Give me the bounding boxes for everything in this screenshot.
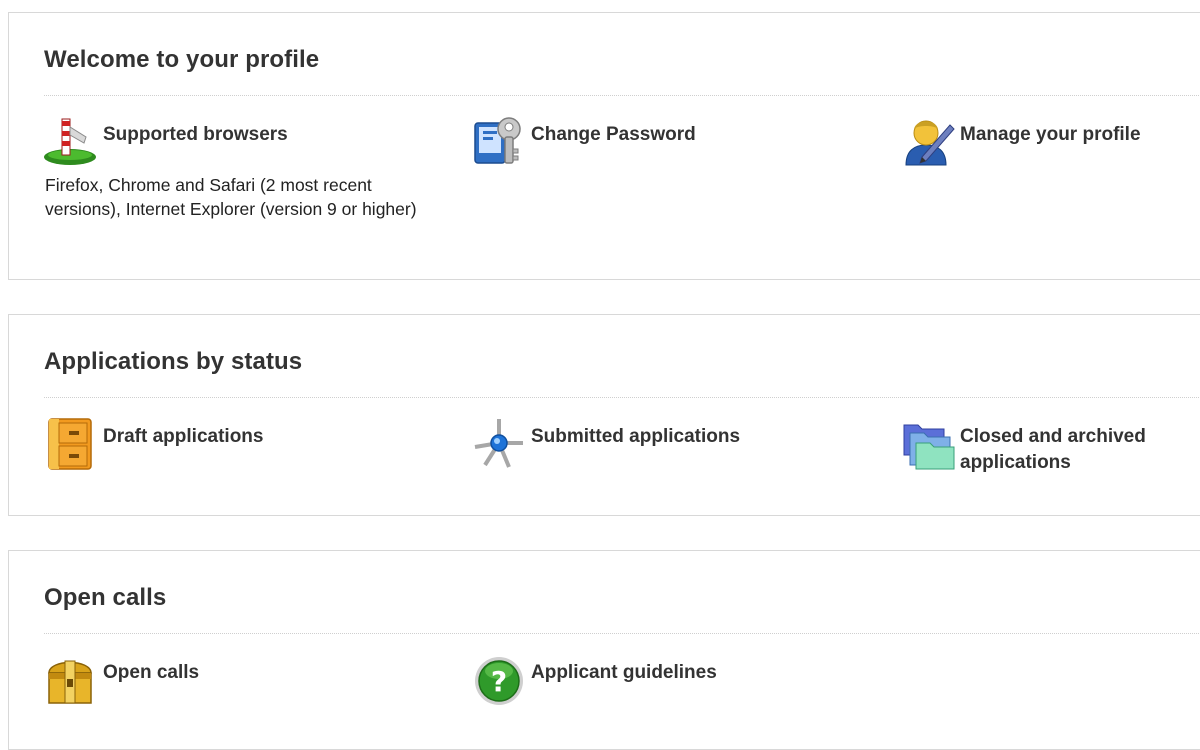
status-panel: Applications by status Draft application… bbox=[8, 314, 1200, 516]
draft-applications-label: Draft applications bbox=[103, 426, 264, 447]
calls-panel: Open calls Open calls ? Applicant guidel… bbox=[8, 550, 1200, 750]
profile-panel: Welcome to your profile Supported browse… bbox=[8, 12, 1200, 280]
help-icon: ? bbox=[471, 651, 527, 707]
closed-archived-applications-label: Closed and archived applications bbox=[960, 426, 1146, 473]
manage-profile-link[interactable]: Manage your profile bbox=[902, 113, 1200, 169]
user-edit-icon bbox=[900, 113, 956, 169]
profile-panel-title: Welcome to your profile bbox=[44, 46, 320, 73]
supported-browsers-description: Firefox, Chrome and Safari (2 most recen… bbox=[45, 175, 417, 219]
key-lock-icon bbox=[471, 113, 527, 169]
change-password-label: Change Password bbox=[531, 124, 696, 145]
applicant-guidelines-link[interactable]: ? Applicant guidelines bbox=[473, 651, 853, 707]
supported-browsers-label: Supported browsers bbox=[103, 124, 288, 145]
manage-profile-label: Manage your profile bbox=[960, 124, 1141, 145]
cabinet-icon bbox=[43, 415, 99, 471]
network-node-icon bbox=[471, 415, 527, 471]
divider bbox=[44, 397, 1200, 398]
supported-browsers-item: Supported browsers Firefox, Chrome and S… bbox=[43, 113, 425, 221]
submitted-applications-label: Submitted applications bbox=[531, 426, 741, 447]
open-calls-label: Open calls bbox=[103, 662, 200, 683]
status-panel-title: Applications by status bbox=[44, 348, 303, 375]
change-password-link[interactable]: Change Password bbox=[473, 113, 853, 169]
calls-panel-title: Open calls bbox=[44, 584, 167, 611]
closed-archived-applications-link[interactable]: Closed and archived applications bbox=[902, 415, 1200, 476]
svg-text:?: ? bbox=[491, 665, 507, 698]
treasure-chest-icon bbox=[43, 651, 99, 707]
open-calls-link[interactable]: Open calls bbox=[45, 651, 425, 707]
divider bbox=[44, 633, 1200, 634]
divider bbox=[44, 95, 1200, 96]
signpost-icon bbox=[43, 113, 99, 169]
applicant-guidelines-label: Applicant guidelines bbox=[531, 662, 717, 683]
draft-applications-link[interactable]: Draft applications bbox=[45, 415, 425, 471]
folders-icon bbox=[900, 415, 956, 471]
submitted-applications-link[interactable]: Submitted applications bbox=[473, 415, 853, 471]
